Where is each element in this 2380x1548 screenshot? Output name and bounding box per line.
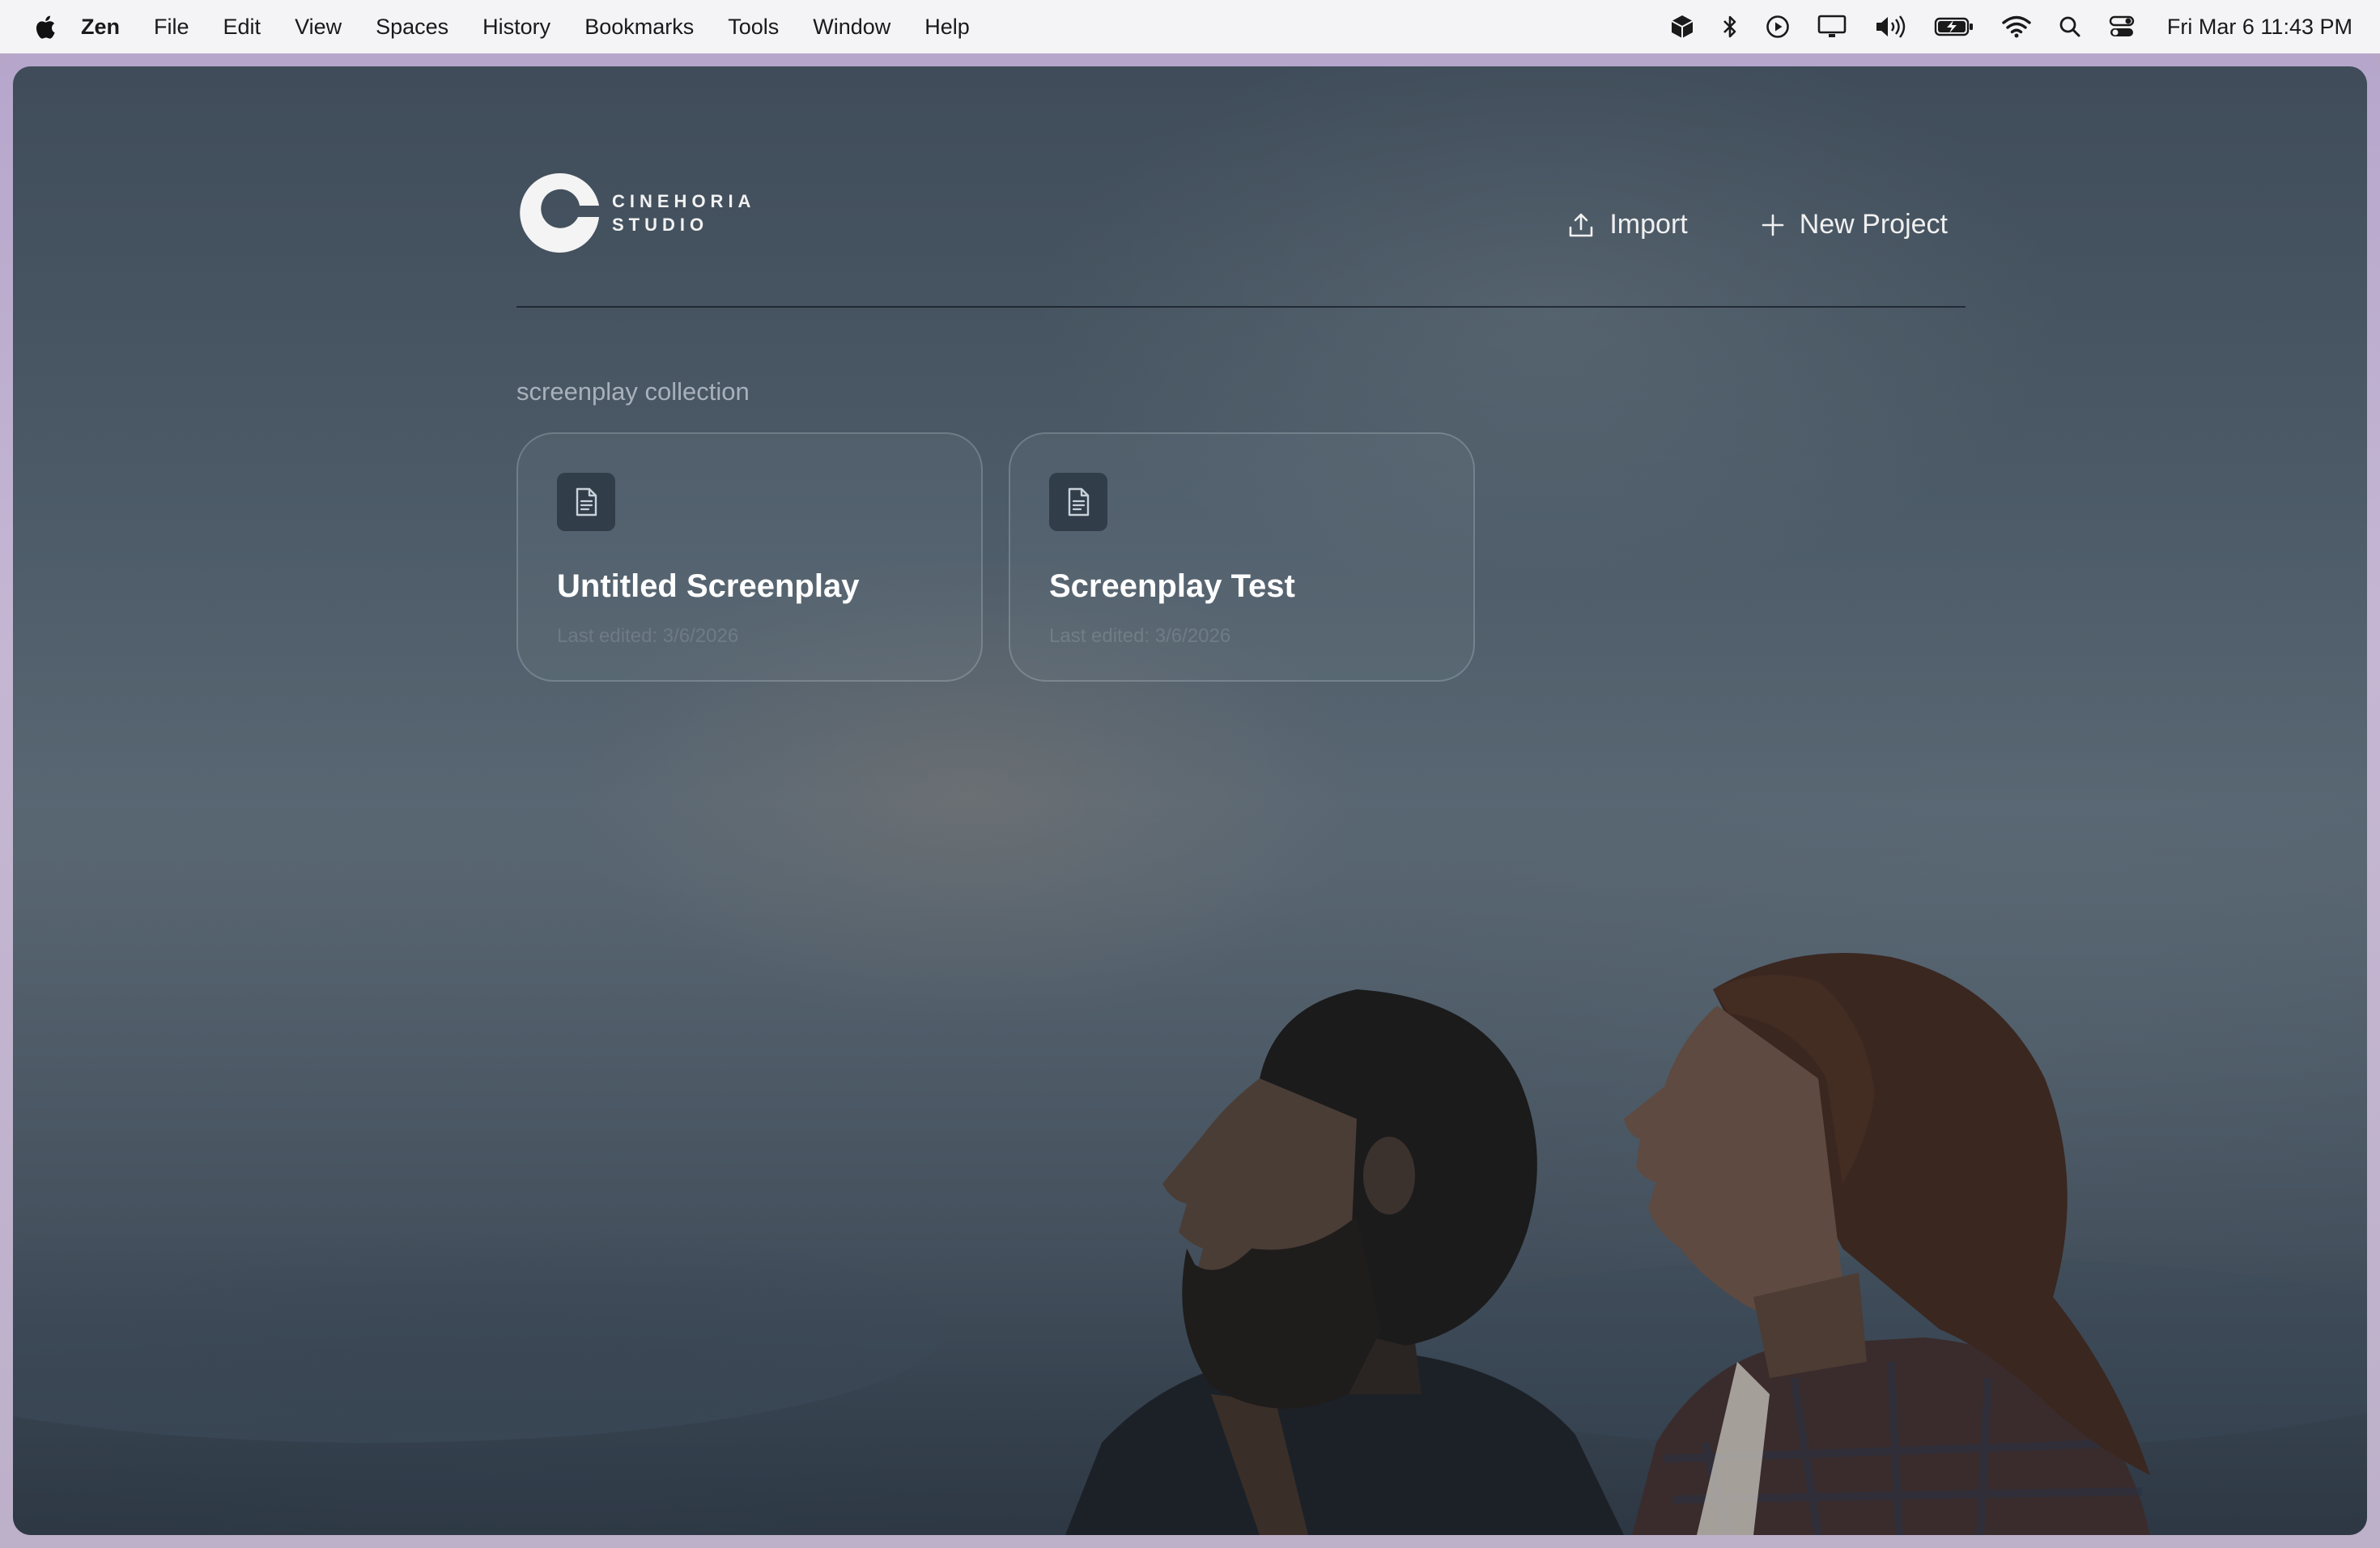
menu-help[interactable]: Help [924,15,970,40]
brand-line-2: STUDIO [612,215,709,235]
menu-tools[interactable]: Tools [728,15,779,40]
menu-bookmarks[interactable]: Bookmarks [584,15,694,40]
status-area: Fri Mar 6 11:43 PM [1643,0,2352,53]
web-viewport: CINEHORIA STUDIO Import New Project scre [13,66,2367,1535]
project-grid: Untitled Screenplay Last edited: 3/6/202… [516,432,1501,682]
project-card[interactable]: Screenplay Test Last edited: 3/6/2026 [1009,432,1475,682]
menu-view[interactable]: View [295,15,342,40]
section-title: screenplay collection [516,377,750,406]
menu-app-name[interactable]: Zen [81,15,120,40]
brand-line-1: CINEHORIA [612,191,756,211]
menu-spaces[interactable]: Spaces [376,15,448,40]
apple-menu-icon[interactable] [32,13,57,40]
menu-history[interactable]: History [482,15,550,40]
header-actions: Import New Project [1494,209,1948,240]
import-button[interactable]: Import [1567,209,1688,240]
project-title: Screenplay Test [1049,568,1295,604]
menu-bar: Zen File Edit View Spaces History Bookma… [0,0,2380,53]
document-icon [1049,473,1107,531]
volume-icon[interactable] [1874,0,1906,53]
document-icon [557,473,615,531]
brand-logo[interactable]: CINEHORIA STUDIO [516,170,755,256]
new-project-label: New Project [1799,209,1948,240]
plus-icon [1762,214,1784,236]
cinehoria-logo-icon [520,172,599,253]
project-title: Untitled Screenplay [557,568,860,604]
cube-icon[interactable] [1670,0,1694,53]
project-last-edited: Last edited: 3/6/2026 [1049,625,1231,647]
wifi-icon[interactable] [2002,0,2031,53]
menu-file[interactable]: File [154,15,189,40]
brand-wordmark: CINEHORIA STUDIO [612,189,755,236]
project-last-edited: Last edited: 3/6/2026 [557,625,739,647]
control-center-icon[interactable] [2109,0,2135,53]
battery-charging-icon[interactable] [1934,0,1974,53]
play-circle-icon[interactable] [1766,0,1790,53]
background-photo [13,66,2367,1535]
new-project-button[interactable]: New Project [1761,209,1948,240]
menu-clock[interactable]: Fri Mar 6 11:43 PM [2167,15,2352,40]
menu-window[interactable]: Window [813,15,890,40]
search-icon[interactable] [2059,0,2081,53]
menu-edit[interactable]: Edit [223,15,261,40]
browser-window: CINEHORIA STUDIO Import New Project scre [0,53,2380,1548]
upload-icon [1570,213,1593,236]
display-icon[interactable] [1817,0,1847,53]
bluetooth-icon[interactable] [1722,0,1738,53]
import-label: Import [1609,209,1688,240]
project-card[interactable]: Untitled Screenplay Last edited: 3/6/202… [516,432,983,682]
header-divider [516,306,1966,308]
